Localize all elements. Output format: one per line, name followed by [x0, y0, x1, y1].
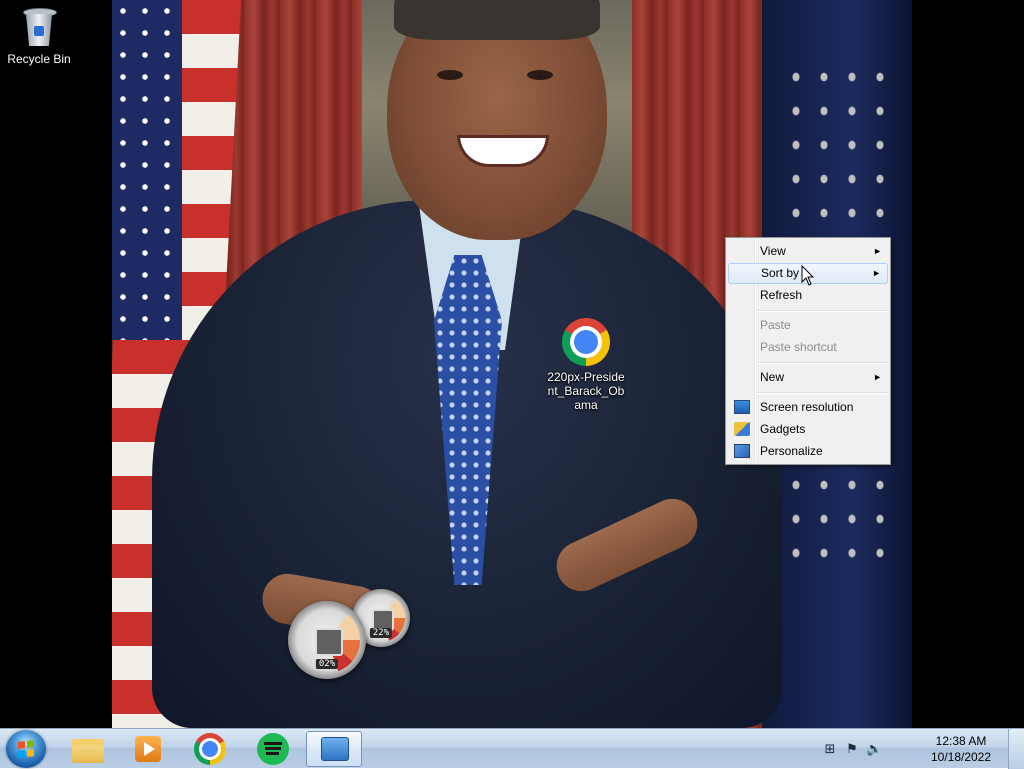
monitor-icon — [734, 400, 750, 414]
windows-logo-icon — [18, 740, 34, 758]
desktop[interactable]: Recycle Bin 220px-Preside nt_Barack_Ob a… — [0, 0, 1024, 728]
menu-item-screen-resolution[interactable]: Screen resolution — [728, 397, 888, 418]
start-button[interactable] — [6, 730, 46, 768]
recycle-bin-icon — [23, 6, 57, 48]
recycle-bin-label: Recycle Bin — [7, 52, 71, 66]
menu-separator — [757, 362, 888, 364]
menu-item-label: Paste shortcut — [760, 340, 837, 354]
menu-separator — [757, 392, 888, 394]
personalize-icon — [734, 444, 750, 458]
taskbar-explorer-button[interactable] — [60, 731, 116, 767]
folder-icon — [72, 739, 104, 763]
menu-item-label: Sort by — [761, 266, 800, 280]
menu-item-label: Refresh — [760, 288, 803, 302]
menu-separator — [757, 310, 888, 312]
cpu-meter-readout: 02% — [315, 659, 339, 669]
taskbar-spotify-button[interactable] — [245, 731, 301, 767]
file-label-line-3: ama — [574, 398, 598, 412]
chrome-icon — [562, 318, 610, 366]
menu-item-label: View — [760, 244, 786, 258]
submenu-arrow-icon: ► — [873, 246, 882, 256]
menu-item-label: Personalize — [760, 444, 823, 458]
system-tray: ⊞ ⚑ 🔈 12:38 AM 10/18/2022 — [816, 729, 996, 769]
taskbar-media-player-button[interactable] — [120, 731, 176, 767]
menu-item-label: Gadgets — [760, 422, 806, 436]
menu-item-paste-shortcut[interactable]: Paste shortcut — [728, 337, 888, 358]
memory-meter-readout: 22% — [369, 628, 393, 638]
file-label: 220px-Preside nt_Barack_Ob ama — [540, 370, 632, 412]
gadget-gallery-icon — [321, 737, 349, 761]
menu-item-view[interactable]: View ► — [728, 241, 888, 262]
show-desktop-button[interactable] — [1008, 729, 1024, 769]
spotify-icon — [257, 733, 289, 765]
clock-time: 12:38 AM — [935, 734, 987, 748]
submenu-arrow-icon: ► — [872, 268, 881, 278]
gadgets-icon — [734, 422, 750, 436]
action-center-flag-icon[interactable]: ⚑ — [844, 741, 860, 757]
mouse-cursor-icon — [801, 265, 815, 286]
submenu-arrow-icon: ► — [873, 372, 882, 382]
clock-date: 10/18/2022 — [930, 750, 992, 764]
cpu-meter-gadget[interactable]: 02% — [288, 601, 366, 679]
chrome-icon — [194, 733, 226, 765]
menu-item-refresh[interactable]: Refresh — [728, 285, 888, 306]
menu-item-gadgets[interactable]: Gadgets — [728, 419, 888, 440]
file-label-line-1: 220px-Preside — [547, 370, 625, 384]
menu-item-label: Screen resolution — [760, 400, 854, 414]
cpu-chip-icon — [315, 628, 343, 656]
taskbar-gadget-gallery-button[interactable] — [306, 731, 362, 767]
file-label-line-2: nt_Barack_Ob — [547, 384, 625, 398]
menu-item-personalize[interactable]: Personalize — [728, 441, 888, 462]
taskbar: ⊞ ⚑ 🔈 12:38 AM 10/18/2022 — [0, 728, 1024, 769]
menu-item-paste[interactable]: Paste — [728, 315, 888, 336]
volume-icon[interactable]: 🔈 — [866, 741, 882, 757]
network-icon[interactable]: ⊞ — [822, 741, 838, 757]
clock[interactable]: 12:38 AM 10/18/2022 — [926, 733, 996, 765]
media-player-icon — [135, 736, 161, 762]
taskbar-chrome-button[interactable] — [182, 731, 238, 767]
menu-item-label: Paste — [760, 318, 791, 332]
menu-item-label: New — [760, 370, 785, 384]
recycle-bin-shortcut[interactable]: Recycle Bin — [4, 6, 74, 66]
menu-item-new[interactable]: New ► — [728, 367, 888, 388]
obama-image-file-shortcut[interactable]: 220px-Preside nt_Barack_Ob ama — [540, 318, 632, 412]
